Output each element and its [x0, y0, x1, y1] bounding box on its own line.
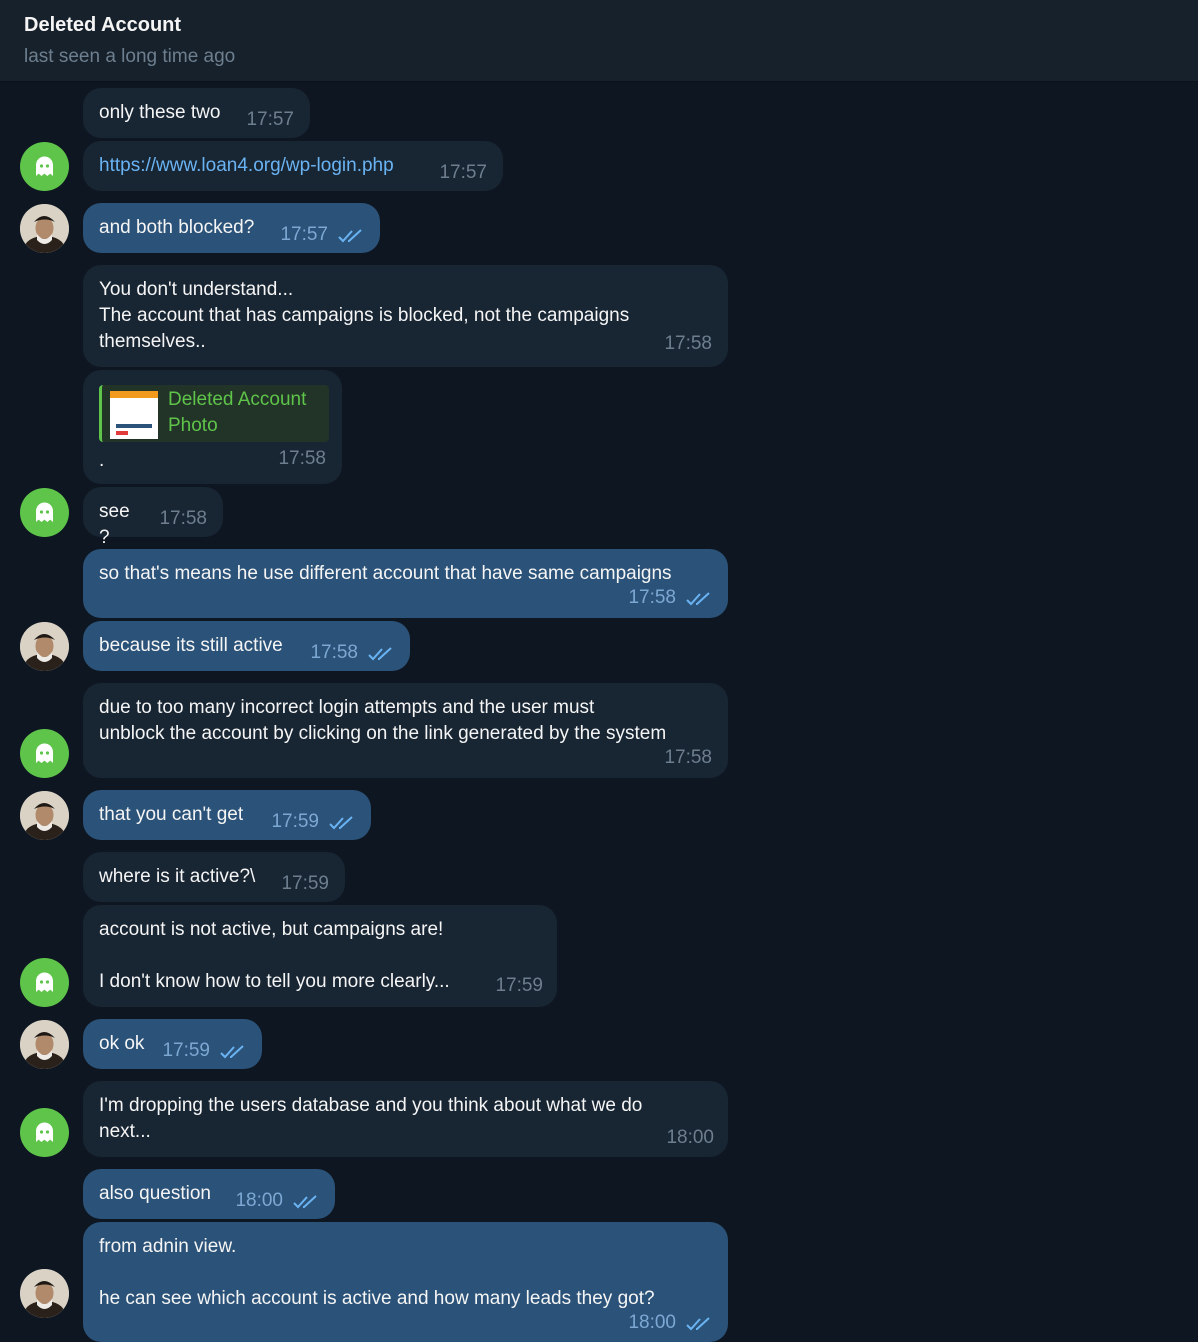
- message-bubble[interactable]: Deleted Account Photo 17:58 .: [83, 370, 342, 484]
- message-bubble[interactable]: 17:57 and both blocked?: [83, 203, 380, 253]
- double-check-icon: [368, 643, 394, 669]
- message-bubble[interactable]: 17:59 ok ok: [83, 1019, 262, 1069]
- message-time: 17:57: [439, 162, 487, 183]
- reply-sender: Deleted Account: [168, 389, 307, 410]
- ghost-avatar[interactable]: [20, 142, 69, 191]
- message-text: and both blocked?: [99, 217, 255, 238]
- ghost-avatar[interactable]: [20, 488, 69, 537]
- message-text: only these two: [99, 102, 221, 123]
- message-time: 17:58: [278, 448, 326, 469]
- message-text: due to too many incorrect login attempts…: [99, 697, 667, 744]
- message-time: 17:57: [280, 222, 364, 251]
- message-bubble[interactable]: 17:59 where is it active?\: [83, 852, 345, 902]
- message-time: 17:58: [310, 640, 394, 669]
- user-avatar[interactable]: [20, 622, 69, 671]
- message-time: 18:00: [666, 1127, 714, 1148]
- message-time: 17:59: [281, 873, 329, 894]
- ghost-avatar[interactable]: [20, 1108, 69, 1157]
- message-text: from adnin view. he can see which accoun…: [99, 1236, 655, 1309]
- message-bubble[interactable]: 17:57 only these two: [83, 88, 310, 138]
- double-check-icon: [686, 588, 712, 614]
- message-time: 17:59: [271, 809, 355, 838]
- double-check-icon: [329, 812, 355, 838]
- ghost-avatar[interactable]: [20, 958, 69, 1007]
- message-bubble[interactable]: due to too many incorrect login attempts…: [83, 683, 728, 778]
- message-text: also question: [99, 1183, 211, 1204]
- message-text: I'm dropping the users database and you …: [99, 1095, 643, 1142]
- ghost-icon: [36, 743, 53, 763]
- message-bubble[interactable]: 17:59 account is not active, but campaig…: [83, 905, 557, 1007]
- chat-status: last seen a long time ago: [24, 46, 236, 67]
- message-time: 18:00: [235, 1188, 319, 1217]
- message-time: 17:59: [495, 975, 543, 996]
- message-bubble[interactable]: You don't understand... The account that…: [83, 265, 728, 367]
- ghost-icon: [36, 972, 53, 992]
- user-avatar[interactable]: [20, 1269, 69, 1318]
- user-avatar[interactable]: [20, 791, 69, 840]
- message-text: because its still active: [99, 635, 283, 656]
- message-time: 17:57: [246, 109, 294, 130]
- message-bubble[interactable]: 17:58 see ?: [83, 487, 223, 548]
- reply-preview[interactable]: Deleted Account Photo: [99, 385, 329, 442]
- chat-title[interactable]: Deleted Account: [24, 14, 181, 37]
- message-text: see ?: [99, 501, 135, 548]
- ghost-icon: [36, 502, 53, 522]
- double-check-icon: [293, 1191, 319, 1217]
- message-time: 17:58: [159, 508, 207, 529]
- ghost-icon: [36, 1122, 53, 1142]
- message-time: 17:58: [664, 747, 712, 768]
- message-text: .: [99, 450, 105, 471]
- message-time: 18:00: [117, 1310, 712, 1339]
- message-list[interactable]: 17:57 only these two 17:57 https://www.l…: [0, 82, 1198, 1342]
- user-avatar[interactable]: [20, 1020, 69, 1069]
- reply-type: Photo: [168, 415, 218, 436]
- message-text: account is not active, but campaigns are…: [99, 919, 450, 992]
- user-avatar[interactable]: [20, 204, 69, 253]
- message-link[interactable]: https://www.loan4.org/wp-login.php: [99, 155, 394, 176]
- message-bubble[interactable]: 17:59 that you can't get: [83, 790, 371, 840]
- photo-thumbnail[interactable]: [110, 391, 158, 439]
- double-check-icon: [686, 1313, 712, 1339]
- message-text: so that's means he use different account…: [99, 563, 672, 584]
- message-bubble[interactable]: 17:58 because its still active: [83, 621, 410, 671]
- message-bubble[interactable]: so that's means he use different account…: [83, 549, 728, 618]
- ghost-avatar[interactable]: [20, 729, 69, 778]
- ghost-icon: [36, 156, 53, 176]
- message-text: ok ok: [99, 1033, 145, 1054]
- message-bubble[interactable]: 18:00 also question: [83, 1169, 335, 1219]
- message-bubble[interactable]: from adnin view. he can see which accoun…: [83, 1222, 728, 1342]
- message-bubble[interactable]: 17:57 https://www.loan4.org/wp-login.php: [83, 141, 503, 191]
- double-check-icon: [338, 225, 364, 251]
- message-time: 17:59: [162, 1038, 246, 1067]
- message-text: where is it active?\: [99, 866, 256, 887]
- message-text: that you can't get: [99, 804, 244, 825]
- chat-header[interactable]: Deleted Account last seen a long time ag…: [0, 0, 1198, 82]
- message-time: 17:58: [664, 333, 712, 354]
- double-check-icon: [220, 1041, 246, 1067]
- message-bubble[interactable]: I'm dropping the users database and you …: [83, 1081, 728, 1157]
- message-time: 17:58: [117, 585, 712, 614]
